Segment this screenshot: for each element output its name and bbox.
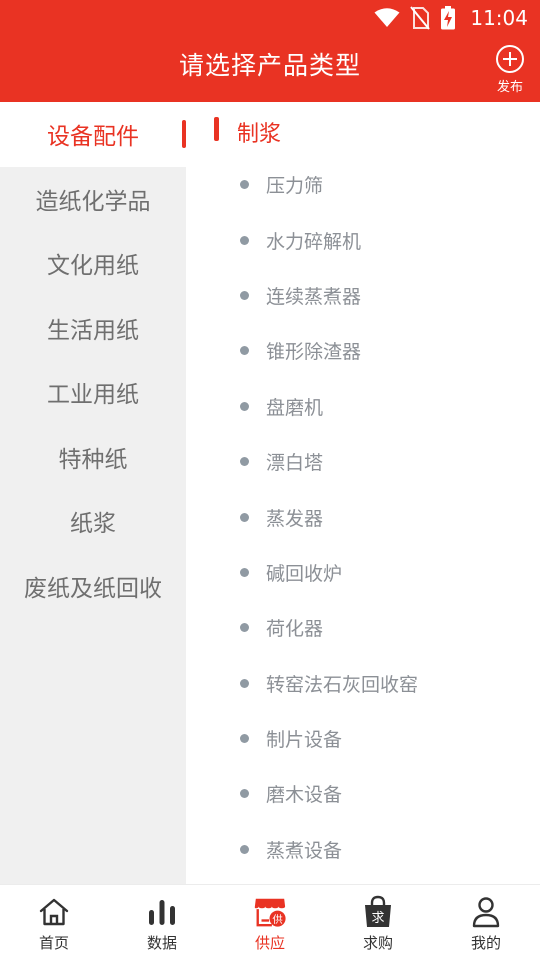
nav-label: 我的 [470,934,501,952]
home-icon [37,895,71,929]
bar-chart-icon [145,895,179,929]
category-item-equipment-parts[interactable]: 设备配件 [0,102,186,167]
category-item-waste-paper-recycling[interactable]: 废纸及纸回收 [0,554,186,619]
category-item-pulp[interactable]: 纸浆 [0,489,186,554]
product-type-panel: 制浆 压力筛 水力碎解机 连续蒸煮器 锥形除渣器 盘磨机 漂白塔 蒸发器 碱回收… [186,102,540,884]
bullet-dot [240,180,249,190]
product-type-list: 压力筛 水力碎解机 连续蒸煮器 锥形除渣器 盘磨机 漂白塔 蒸发器 碱回收炉 荷… [186,157,540,877]
category-item-industrial-paper[interactable]: 工业用纸 [0,360,186,425]
purchase-badge: 求 [371,911,384,926]
supply-store-icon: 供 [253,895,287,929]
user-icon [469,895,503,929]
bullet-dot [240,567,249,577]
product-type-label: 转窑法石灰回收窑 [266,673,419,696]
product-type-item[interactable]: 锥形除渣器 [186,323,540,378]
category-label: 生活用纸 [47,317,139,344]
bullet-dot [240,290,249,300]
product-type-item[interactable]: 碱回收炉 [186,545,540,600]
bullet-dot [240,512,249,522]
section-marker [214,117,219,141]
product-type-label: 荷化器 [266,618,324,641]
product-type-label: 锥形除渣器 [266,341,362,364]
product-type-label: 连续蒸煮器 [266,285,362,308]
product-type-item[interactable]: 连续蒸煮器 [186,268,540,323]
bullet-dot [240,457,249,467]
category-item-specialty-paper[interactable]: 特种纸 [0,425,186,490]
category-item-cultural-paper[interactable]: 文化用纸 [0,231,186,296]
bullet-dot [240,678,249,688]
product-type-item[interactable]: 漂白塔 [186,434,540,489]
bottom-navigation: 首页 数据 供 供应 求 求购 我的 [0,884,540,960]
product-type-label: 蒸煮设备 [266,839,343,862]
add-circle-icon [496,45,524,73]
nav-label: 求购 [362,934,393,952]
nav-mine[interactable]: 我的 [432,885,540,960]
product-type-label: 蒸发器 [266,507,324,530]
supply-badge: 供 [272,913,282,926]
product-type-item[interactable]: 水力碎解机 [186,212,540,267]
status-time: 11:04 [470,6,528,30]
category-label: 造纸化学品 [35,188,151,215]
bullet-dot [240,844,249,854]
bullet-dot [240,346,249,356]
product-type-label: 磨木设备 [266,784,343,807]
purchase-bag-icon: 求 [361,895,395,929]
category-label: 纸浆 [70,511,116,538]
nav-home[interactable]: 首页 [0,885,108,960]
category-label: 工业用纸 [47,382,139,409]
nav-supply[interactable]: 供 供应 [216,885,324,960]
no-sim-icon [410,6,431,30]
category-item-papermaking-chemicals[interactable]: 造纸化学品 [0,167,186,232]
category-item-household-paper[interactable]: 生活用纸 [0,296,186,361]
category-label: 文化用纸 [47,253,139,280]
status-icons: 11:04 [374,4,528,32]
product-type-label: 碱回收炉 [266,562,343,585]
product-type-item[interactable]: 压力筛 [186,157,540,212]
product-type-label: 水力碎解机 [266,230,362,253]
section-header: 制浆 [186,102,540,158]
wifi-icon [374,8,400,27]
product-type-label: 制片设备 [266,729,343,752]
category-label: 设备配件 [47,124,139,151]
product-type-item[interactable]: 蒸煮设备 [186,822,540,877]
product-type-item[interactable]: 转窑法石灰回收窑 [186,656,540,711]
publish-label: 发布 [496,80,523,95]
battery-charging-icon [441,6,456,30]
nav-label: 供应 [254,934,285,952]
app-header: 11:04 请选择产品类型 发布 [0,0,540,102]
product-type-item[interactable]: 盘磨机 [186,379,540,434]
publish-button[interactable]: 发布 [494,44,526,95]
category-label: 特种纸 [58,446,128,473]
nav-purchase[interactable]: 求 求购 [324,885,432,960]
section-title: 制浆 [237,122,282,147]
product-type-label: 压力筛 [266,175,324,198]
nav-label: 数据 [146,934,177,952]
bullet-dot [240,401,249,411]
product-type-item[interactable]: 荷化器 [186,600,540,655]
category-label: 废纸及纸回收 [24,575,162,602]
bullet-dot [240,235,249,245]
product-type-item[interactable]: 制片设备 [186,711,540,766]
product-type-item[interactable]: 蒸发器 [186,489,540,544]
page-title: 请选择产品类型 [178,51,361,80]
category-sidebar: 设备配件 造纸化学品 文化用纸 生活用纸 工业用纸 特种纸 纸浆 废纸及纸回收 [0,102,186,884]
nav-label: 首页 [38,934,69,952]
product-type-label: 漂白塔 [266,452,324,475]
product-type-item[interactable]: 磨木设备 [186,766,540,821]
product-type-label: 盘磨机 [266,396,324,419]
status-bar: 11:04 [0,0,540,36]
bullet-dot [240,734,249,744]
nav-data[interactable]: 数据 [108,885,216,960]
bullet-dot [240,623,249,633]
bullet-dot [240,789,249,799]
